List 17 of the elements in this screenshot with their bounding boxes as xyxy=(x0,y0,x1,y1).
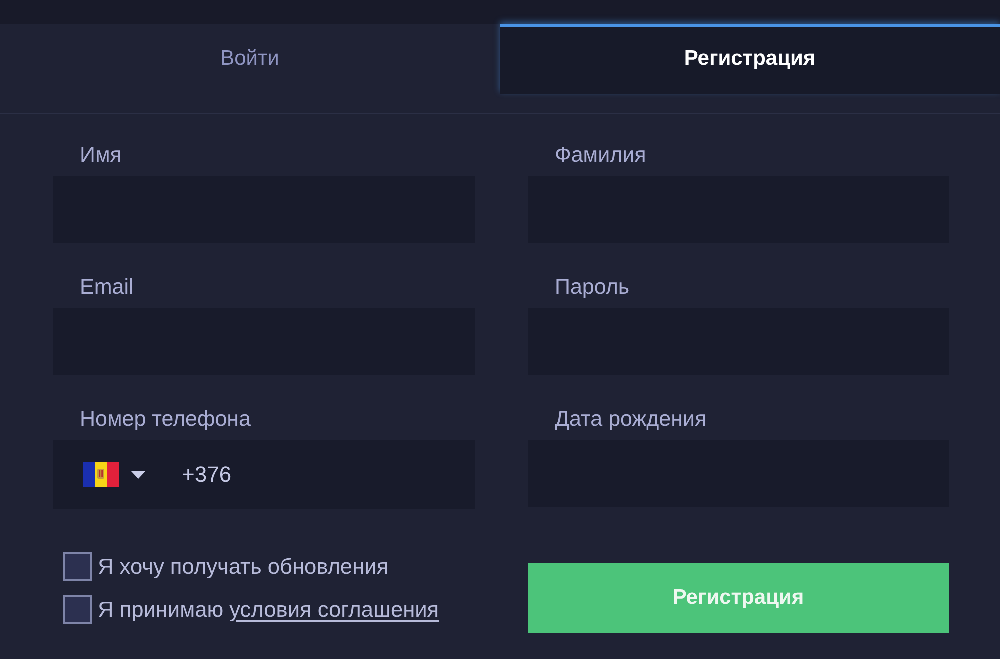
field-label: Имя xyxy=(80,144,122,166)
country-select[interactable] xyxy=(83,462,146,487)
phone-field[interactable]: +376 xyxy=(53,440,475,509)
flag-icon xyxy=(83,462,119,487)
field-label: Email xyxy=(80,276,134,298)
field-label: Дата рождения xyxy=(555,408,707,430)
phone-input[interactable]: +376 xyxy=(182,460,455,488)
field-label: Фамилия xyxy=(555,144,646,166)
field-label: Номер телефона xyxy=(80,408,251,430)
checkbox[interactable] xyxy=(63,595,92,624)
checkbox[interactable] xyxy=(63,552,92,581)
checkbox-label: Я принимаю условия соглашения xyxy=(98,596,440,622)
terms-link[interactable]: условия соглашения xyxy=(230,596,440,622)
checkbox-label: Я хочу получать обновления xyxy=(98,554,389,580)
tab[interactable]: Регистрация xyxy=(500,24,1000,94)
caret-icon xyxy=(131,470,146,478)
field-label: Пароль xyxy=(555,276,630,298)
